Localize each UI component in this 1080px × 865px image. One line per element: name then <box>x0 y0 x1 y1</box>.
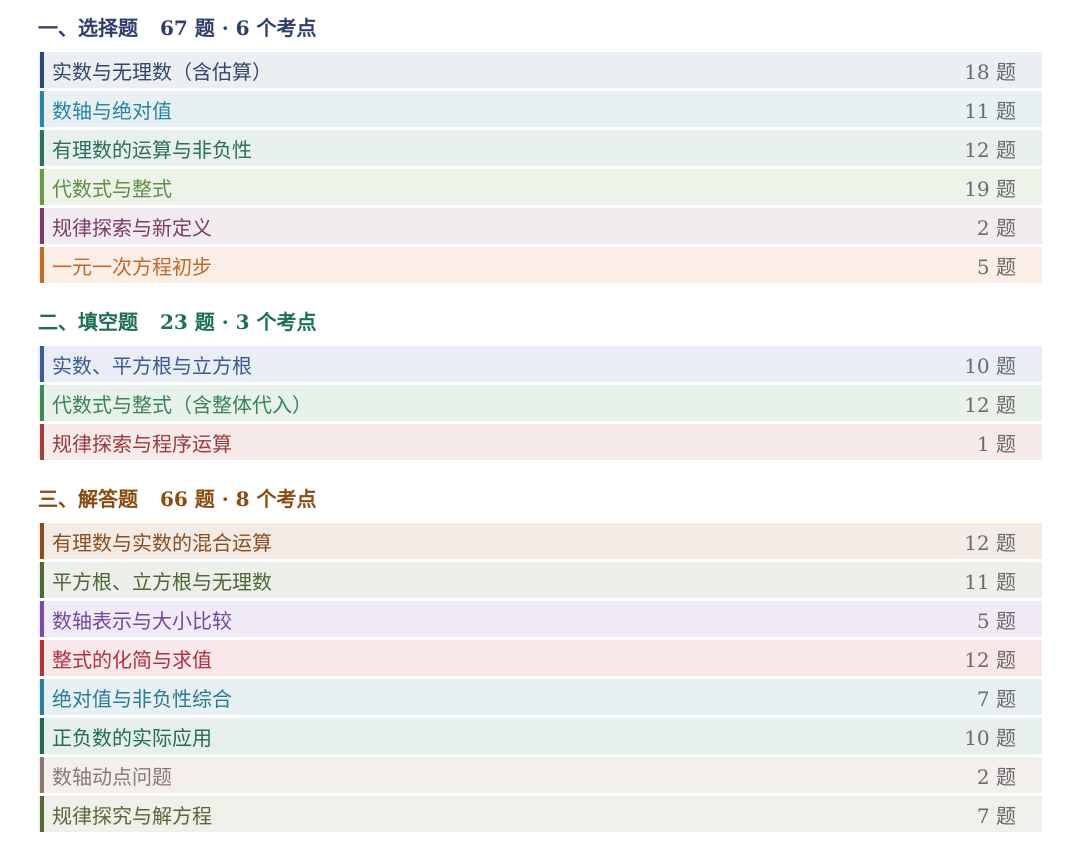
topic-label: 数轴与绝对值 <box>52 98 172 123</box>
accent-bar <box>40 91 44 127</box>
accent-bar <box>40 640 44 676</box>
question-count: 19 题 <box>964 176 1016 201</box>
question-count: 7 题 <box>976 803 1016 828</box>
accent-bar <box>40 208 44 244</box>
section-fill-in-blank: 二、填空题 23 题 · 3 个考点 实数、平方根与立方根 10 题 代数式与整式… <box>38 294 1042 463</box>
question-count: 7 题 <box>976 686 1016 711</box>
topic-list: 有理数与实数的混合运算 12 题 平方根、立方根与无理数 11 题 数轴表示与大小比… <box>38 523 1042 835</box>
topic-label: 代数式与整式 <box>52 176 172 201</box>
topic-row: 规律探索与新定义 2 题 <box>38 208 1042 244</box>
topic-label: 整式的化简与求值 <box>52 647 212 672</box>
accent-bar <box>40 562 44 598</box>
section-summary: 23 题 · 3 个考点 <box>160 309 317 334</box>
topic-label: 绝对值与非负性综合 <box>52 686 232 711</box>
section-title: 二、填空题 <box>38 309 138 334</box>
question-count: 11 题 <box>964 569 1016 594</box>
topic-label: 规律探索与新定义 <box>52 215 212 240</box>
accent-bar <box>40 130 44 166</box>
section-title: 三、解答题 <box>38 486 138 511</box>
question-count: 12 题 <box>964 647 1016 672</box>
topic-label: 数轴动点问题 <box>52 764 172 789</box>
topic-row: 规律探究与解方程 7 题 <box>38 796 1042 832</box>
topic-row: 数轴动点问题 2 题 <box>38 757 1042 793</box>
question-count: 10 题 <box>964 725 1016 750</box>
topic-label: 一元一次方程初步 <box>52 254 212 279</box>
section-answer: 三、解答题 66 题 · 8 个考点 有理数与实数的混合运算 12 题 平方根、立… <box>38 471 1042 835</box>
section-multiple-choice: 一、选择题 67 题 · 6 个考点 实数与无理数（含估算） 18 题 数轴与绝对… <box>38 0 1042 286</box>
topic-label: 平方根、立方根与无理数 <box>52 569 272 594</box>
accent-bar <box>40 796 44 832</box>
question-count: 5 题 <box>976 254 1016 279</box>
topic-row: 规律探索与程序运算 1 题 <box>38 424 1042 460</box>
topic-row: 实数与无理数（含估算） 18 题 <box>38 52 1042 88</box>
accent-bar <box>40 385 44 421</box>
question-count: 2 题 <box>976 764 1016 789</box>
topic-label: 代数式与整式（含整体代入） <box>52 392 312 417</box>
topic-label: 实数与无理数（含估算） <box>52 59 272 84</box>
topic-row: 代数式与整式 19 题 <box>38 169 1042 205</box>
topic-row: 有理数与实数的混合运算 12 题 <box>38 523 1042 559</box>
question-count: 12 题 <box>964 392 1016 417</box>
topic-label: 数轴表示与大小比较 <box>52 608 232 633</box>
question-count: 12 题 <box>964 137 1016 162</box>
topic-row: 数轴与绝对值 11 题 <box>38 91 1042 127</box>
topic-label: 正负数的实际应用 <box>52 725 212 750</box>
accent-bar <box>40 424 44 460</box>
question-count: 11 题 <box>964 98 1016 123</box>
accent-bar <box>40 523 44 559</box>
question-count: 5 题 <box>976 608 1016 633</box>
section-summary: 67 题 · 6 个考点 <box>160 15 317 40</box>
accent-bar <box>40 718 44 754</box>
topic-row: 平方根、立方根与无理数 11 题 <box>38 562 1042 598</box>
topic-list: 实数与无理数（含估算） 18 题 数轴与绝对值 11 题 有理数的运算与非负性 12 … <box>38 52 1042 286</box>
topic-label: 实数、平方根与立方根 <box>52 353 252 378</box>
topic-row: 有理数的运算与非负性 12 题 <box>38 130 1042 166</box>
topic-row: 绝对值与非负性综合 7 题 <box>38 679 1042 715</box>
question-count: 18 题 <box>964 59 1016 84</box>
accent-bar <box>40 679 44 715</box>
topic-label: 规律探索与程序运算 <box>52 431 232 456</box>
section-title: 一、选择题 <box>38 15 138 40</box>
section-summary: 66 题 · 8 个考点 <box>160 486 317 511</box>
topic-sections: 一、选择题 67 题 · 6 个考点 实数与无理数（含估算） 18 题 数轴与绝对… <box>38 0 1042 835</box>
topic-row: 整式的化简与求值 12 题 <box>38 640 1042 676</box>
topic-row: 正负数的实际应用 10 题 <box>38 718 1042 754</box>
section-header: 三、解答题 66 题 · 8 个考点 <box>38 471 1042 523</box>
question-count: 10 题 <box>964 353 1016 378</box>
question-count: 2 题 <box>976 215 1016 240</box>
topic-row: 一元一次方程初步 5 题 <box>38 247 1042 283</box>
topic-list: 实数、平方根与立方根 10 题 代数式与整式（含整体代入） 12 题 规律探索与程序… <box>38 346 1042 463</box>
section-header: 二、填空题 23 题 · 3 个考点 <box>38 294 1042 346</box>
accent-bar <box>40 169 44 205</box>
topic-row: 数轴表示与大小比较 5 题 <box>38 601 1042 637</box>
accent-bar <box>40 601 44 637</box>
question-count: 1 题 <box>976 431 1016 456</box>
topic-row: 实数、平方根与立方根 10 题 <box>38 346 1042 382</box>
section-header: 一、选择题 67 题 · 6 个考点 <box>38 0 1042 52</box>
accent-bar <box>40 52 44 88</box>
accent-bar <box>40 757 44 793</box>
topic-label: 有理数的运算与非负性 <box>52 137 252 162</box>
accent-bar <box>40 346 44 382</box>
topic-label: 规律探究与解方程 <box>52 803 212 828</box>
topic-label: 有理数与实数的混合运算 <box>52 530 272 555</box>
topic-row: 代数式与整式（含整体代入） 12 题 <box>38 385 1042 421</box>
question-count: 12 题 <box>964 530 1016 555</box>
accent-bar <box>40 247 44 283</box>
